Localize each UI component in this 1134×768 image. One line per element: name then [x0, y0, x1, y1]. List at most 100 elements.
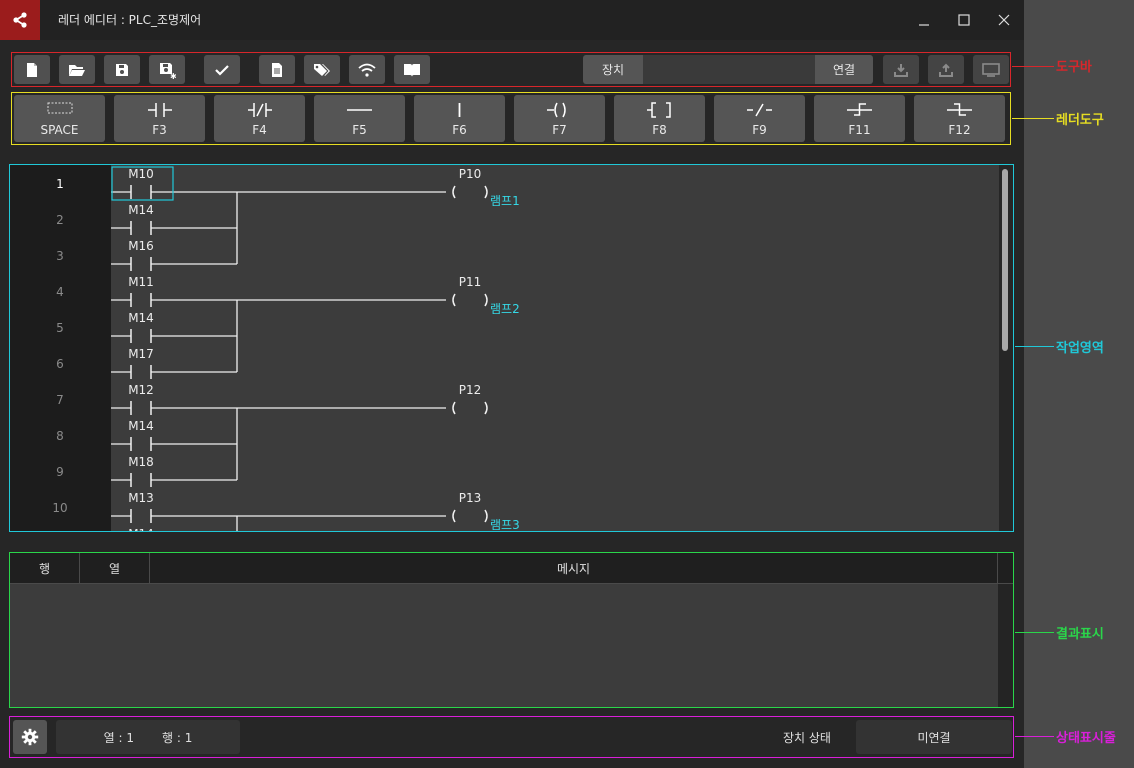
tags-icon[interactable]	[304, 55, 340, 84]
scrollbar-thumb[interactable]	[1002, 169, 1008, 351]
connect-button[interactable]: 연결	[815, 55, 873, 84]
tool-label: F12	[948, 123, 971, 137]
tool-label: F3	[152, 123, 167, 137]
coil-left	[452, 293, 456, 307]
upload-icon[interactable]	[928, 55, 964, 84]
column-header-col[interactable]: 열	[80, 553, 150, 584]
cursor-position: 열 : 1 행 : 1	[56, 720, 240, 754]
annotation-arrow	[1015, 736, 1054, 737]
contact-label: M18	[128, 455, 154, 469]
document-icon[interactable]	[259, 55, 295, 84]
annotation-arrow	[1012, 118, 1054, 119]
book-icon[interactable]	[394, 55, 430, 84]
tool-label: SPACE	[40, 123, 79, 137]
close-icon[interactable]	[994, 10, 1014, 30]
contact-label: M12	[128, 383, 154, 397]
coil-label: P13	[459, 491, 482, 505]
wifi-icon[interactable]	[349, 55, 385, 84]
contact-label: M14	[128, 203, 154, 217]
coil-comment: 램프2	[490, 302, 520, 316]
annotation-arrow	[1015, 346, 1054, 347]
space-icon	[47, 102, 73, 114]
contact-label: M16	[128, 239, 154, 253]
function-block-icon	[647, 102, 671, 118]
download-icon[interactable]	[883, 55, 919, 84]
coil-left	[452, 401, 456, 415]
inverted-line-tool-button[interactable]: F9	[714, 95, 805, 142]
coil-icon	[547, 102, 566, 118]
falling-edge-tool-button[interactable]: F12	[914, 95, 1005, 142]
coil-label: P11	[459, 275, 482, 289]
coil-right	[484, 509, 488, 523]
coil-tool-button[interactable]: F7	[514, 95, 605, 142]
annotation-ladder-tools: 레더도구	[1056, 113, 1104, 128]
column-position: 열 : 1	[103, 730, 134, 745]
save-as-icon[interactable]: ✱	[149, 55, 185, 84]
device-label: 장치	[583, 55, 643, 84]
monitor-icon[interactable]	[973, 55, 1009, 84]
open-folder-icon[interactable]	[59, 55, 95, 84]
normally-open-contact-tool-button[interactable]: F3	[114, 95, 205, 142]
gear-icon[interactable]	[13, 720, 47, 754]
contact-label: M14	[128, 527, 154, 531]
annotation-status-bar: 상태표시줄	[1056, 731, 1116, 746]
ladder-editor-window: 레더 에디터 : PLC_조명제어 ✱ 장치 연결 SPACE F3 F4 F5…	[0, 0, 1024, 768]
tool-label: F9	[752, 123, 767, 137]
normally-open-contact-icon	[148, 103, 172, 117]
coil-right	[484, 401, 488, 415]
toolbar: ✱ 장치 연결	[11, 52, 1011, 87]
status-bar: 열 : 1 행 : 1 장치 상태 미연결	[9, 716, 1014, 758]
coil-left	[452, 509, 456, 523]
ladder-canvas[interactable]: M10 P10 램프1 M14 M16 M11 P11 램프2 M14 M17 M12 P12 M14 M…	[111, 165, 999, 531]
new-file-icon[interactable]	[14, 55, 50, 84]
title-bar: 레더 에디터 : PLC_조명제어	[0, 0, 1024, 40]
results-scrollbar[interactable]	[998, 584, 1013, 707]
falling-edge-icon	[947, 103, 972, 116]
column-header-row[interactable]: 행	[10, 553, 80, 584]
contact-label: M14	[128, 419, 154, 433]
coil-comment: 램프3	[490, 518, 520, 531]
coil-comment: 램프1	[490, 194, 520, 208]
contact-label: M10	[128, 167, 154, 181]
normally-closed-contact-tool-button[interactable]: F4	[214, 95, 305, 142]
horizontal-line-tool-button[interactable]: F5	[314, 95, 405, 142]
line-number: 3	[56, 249, 64, 263]
save-icon[interactable]	[104, 55, 140, 84]
check-icon[interactable]	[204, 55, 240, 84]
contact-label: M14	[128, 311, 154, 325]
coil-right	[484, 293, 488, 307]
line-number: 10	[52, 501, 68, 515]
vertical-line-tool-button[interactable]: F6	[414, 95, 505, 142]
tool-label: F5	[352, 123, 367, 137]
contact-label: M13	[128, 491, 154, 505]
tool-label: F4	[252, 123, 267, 137]
maximize-icon[interactable]	[954, 10, 974, 30]
device-state-value[interactable]: 미연결	[856, 720, 1012, 754]
rising-edge-tool-button[interactable]: F11	[814, 95, 905, 142]
device-state-label: 장치 상태	[783, 731, 831, 745]
annotation-work-area: 작업영역	[1056, 341, 1104, 356]
vertical-scrollbar[interactable]	[999, 165, 1013, 531]
line-number: 6	[56, 357, 64, 371]
window-title: 레더 에디터 : PLC_조명제어	[58, 13, 202, 27]
line-number: 9	[56, 465, 64, 479]
line-number: 2	[56, 213, 64, 227]
contact-label: M11	[128, 275, 154, 289]
minimize-icon[interactable]	[914, 10, 934, 30]
contact-label: M17	[128, 347, 154, 361]
line-number-gutter: 1 2 3 4 5 6 7 8 9 10	[10, 165, 111, 531]
line-number: 5	[56, 321, 64, 335]
tool-label: F7	[552, 123, 567, 137]
function-block-tool-button[interactable]: F8	[614, 95, 705, 142]
ladder-tools: SPACE F3 F4 F5 F6 F7 F8 F9 F11 F12	[11, 92, 1011, 145]
results-header: 행 열 메시지	[10, 553, 1013, 584]
share-icon[interactable]	[0, 0, 40, 40]
space-tool-button[interactable]: SPACE	[14, 95, 105, 142]
line-number: 7	[56, 393, 64, 407]
horizontal-line-icon	[347, 109, 372, 111]
device-field[interactable]	[643, 55, 815, 84]
annotation-arrow	[1012, 66, 1054, 67]
column-header-message[interactable]: 메시지	[150, 553, 998, 584]
annotation-toolbar: 도구바	[1056, 60, 1092, 75]
coil-label: P10	[459, 167, 482, 181]
